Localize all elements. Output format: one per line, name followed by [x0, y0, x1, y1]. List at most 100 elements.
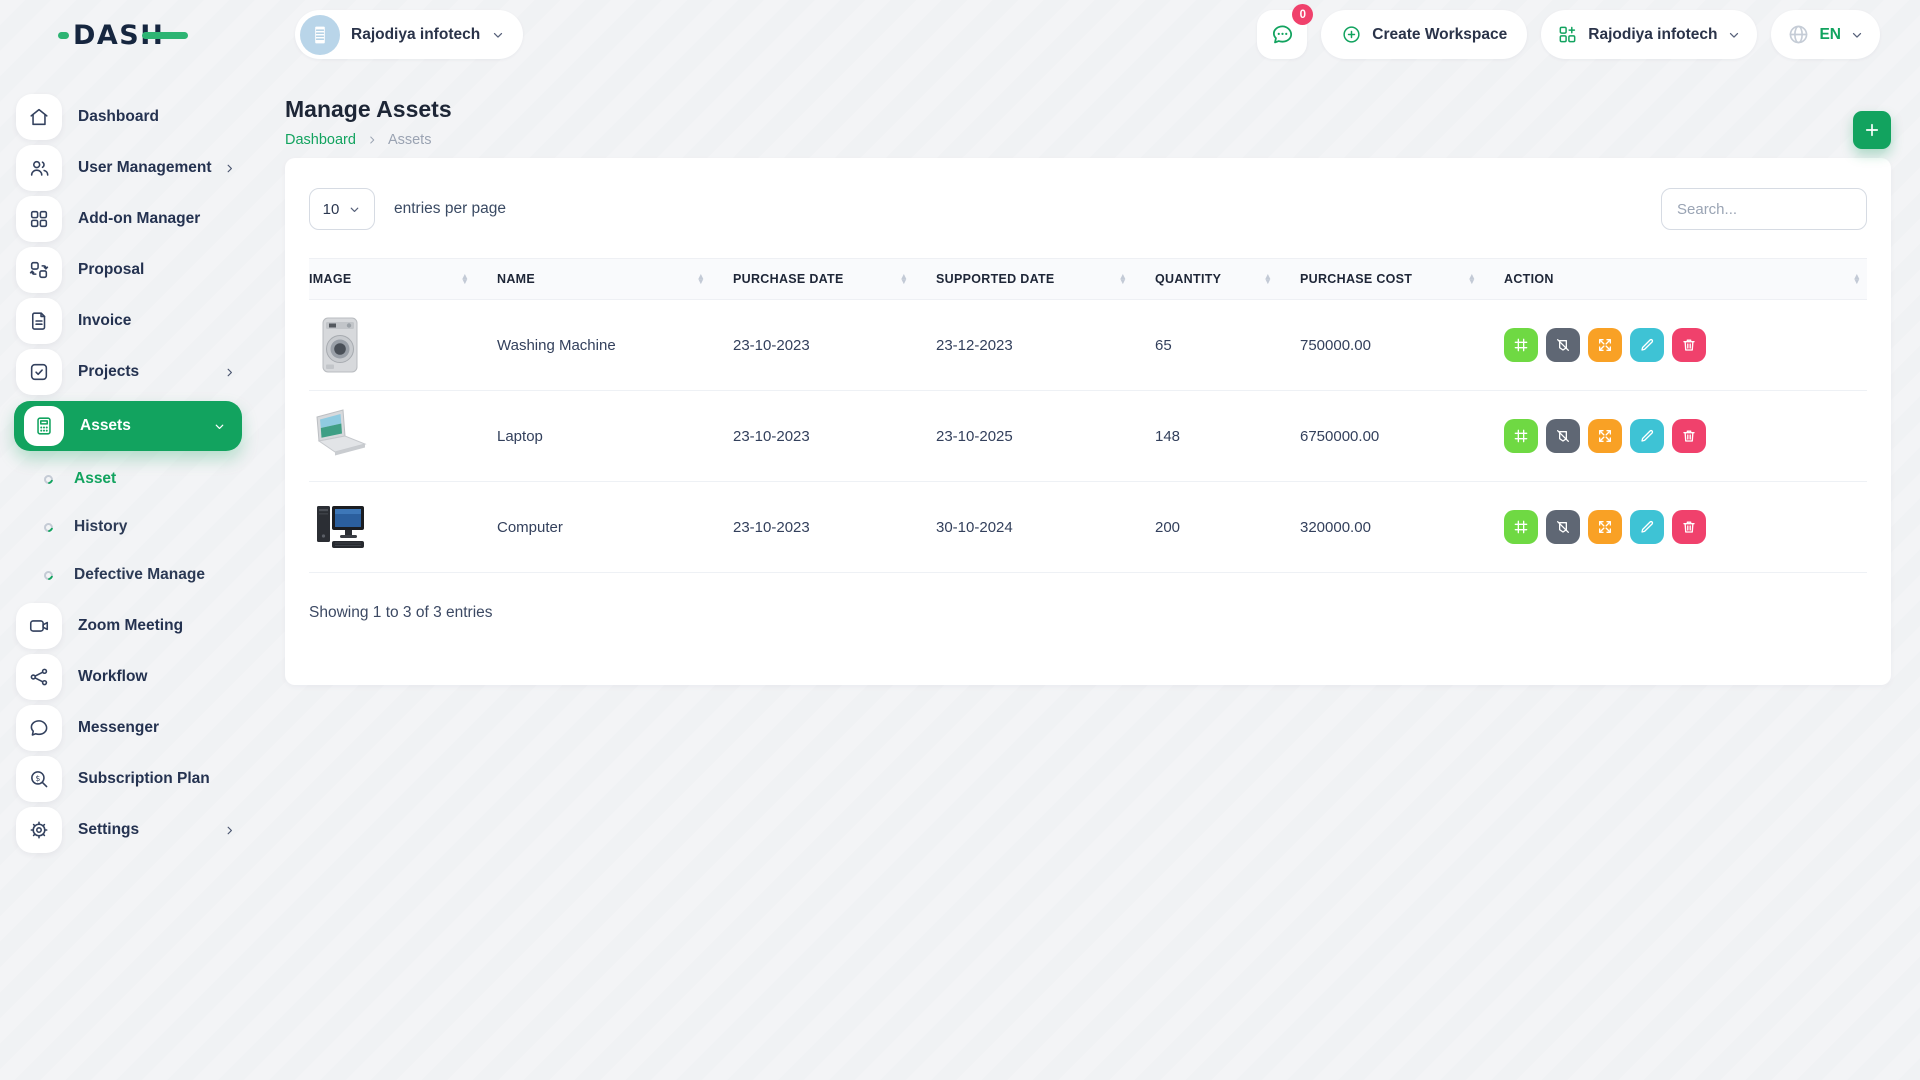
column-header-purchase-date[interactable]: PURCHASE DATE ▲▼: [733, 272, 936, 286]
table-header-row: IMAGE ▲▼ NAME ▲▼ PURCHASE DATE ▲▼ SUPPOR…: [309, 258, 1867, 300]
sidebar-item-projects[interactable]: Projects: [16, 349, 248, 395]
breadcrumb: Dashboard Assets: [285, 132, 1891, 148]
row-actions: [1504, 328, 1867, 362]
sidebar-item-label: Workflow: [78, 668, 147, 686]
breadcrumb-current: Assets: [388, 132, 432, 148]
cell-purchase-date: 23-10-2023: [733, 337, 936, 354]
company-name: Rajodiya infotech: [1588, 26, 1717, 44]
chevron-down-icon: [491, 28, 505, 42]
cell-name: Computer: [497, 519, 733, 536]
expand-icon: [1600, 431, 1611, 442]
sidebar: Dashboard User Management Add-on Manager…: [0, 70, 262, 858]
sort-icon: ▲▼: [900, 274, 908, 285]
sidebar-item-invoice[interactable]: Invoice: [16, 298, 248, 344]
add-asset-button[interactable]: [1853, 111, 1891, 149]
entries-per-page-select[interactable]: 10: [309, 188, 375, 230]
sidebar-item-label: Subscription Plan: [78, 770, 210, 788]
barcode-off-action-button[interactable]: [1546, 328, 1580, 362]
create-workspace-label: Create Workspace: [1372, 26, 1507, 44]
logo-dash: [142, 32, 188, 39]
delete-action-button[interactable]: [1672, 510, 1706, 544]
expand-action-button[interactable]: [1588, 328, 1622, 362]
page-title: Manage Assets: [285, 96, 1891, 123]
sidebar-item-label: Add-on Manager: [78, 210, 200, 228]
expand-action-button[interactable]: [1588, 510, 1622, 544]
sort-icon: ▲▼: [1264, 274, 1272, 285]
sidebar-item-messenger[interactable]: Messenger: [16, 705, 248, 751]
document-icon: [16, 298, 62, 344]
barcode-off-icon: [1558, 431, 1569, 442]
sidebar-item-proposal[interactable]: Proposal: [16, 247, 248, 293]
chevron-right-icon: [223, 366, 236, 379]
edit-action-button[interactable]: [1630, 419, 1664, 453]
cell-supported-date: 30-10-2024: [936, 519, 1155, 536]
chevron-down-icon: [1850, 28, 1864, 42]
barcode-off-action-button[interactable]: [1546, 510, 1580, 544]
sidebar-item-dashboard[interactable]: Dashboard: [16, 94, 248, 140]
barcode-off-icon: [1558, 340, 1569, 351]
expand-action-button[interactable]: [1588, 419, 1622, 453]
sidebar-item-zoom-meeting[interactable]: Zoom Meeting: [16, 603, 248, 649]
sidebar-subitem-label: Defective Manage: [74, 566, 205, 584]
app-logo[interactable]: DASH: [58, 17, 190, 53]
column-header-name[interactable]: NAME ▲▼: [497, 272, 733, 286]
delete-action-button[interactable]: [1672, 419, 1706, 453]
frame-action-button[interactable]: [1504, 419, 1538, 453]
main-content: Manage Assets Dashboard Assets 10 entrie…: [285, 70, 1891, 685]
column-header-image[interactable]: IMAGE ▲▼: [309, 272, 497, 286]
bullet-icon: [42, 569, 55, 582]
delete-action-button[interactable]: [1672, 328, 1706, 362]
video-camera-icon: [16, 603, 62, 649]
frame-action-button[interactable]: [1504, 510, 1538, 544]
expand-icon: [1600, 522, 1611, 533]
org-grid-plus-icon: [1561, 27, 1575, 41]
language-selector[interactable]: EN: [1771, 10, 1880, 59]
frame-action-button[interactable]: [1504, 328, 1538, 362]
computer-photo: [309, 496, 497, 558]
gear-icon: [16, 807, 62, 853]
topbar: DASH Rajodiya infotech 0 Create Workspac…: [0, 0, 1920, 70]
sidebar-subitem-label: Asset: [74, 470, 116, 488]
laptop-photo: [309, 405, 497, 467]
pencil-icon: [1642, 431, 1652, 441]
create-workspace-button[interactable]: Create Workspace: [1321, 10, 1527, 59]
cell-purchase-cost: 750000.00: [1300, 337, 1504, 354]
sidebar-item-user-management[interactable]: User Management: [16, 145, 248, 191]
row-actions: [1504, 419, 1867, 453]
sort-icon: ▲▼: [1468, 274, 1476, 285]
chevron-right-icon: [223, 162, 236, 175]
sidebar-item-label: Messenger: [78, 719, 159, 737]
grid-icon: [16, 196, 62, 242]
edit-action-button[interactable]: [1630, 510, 1664, 544]
column-header-purchase-cost[interactable]: PURCHASE COST ▲▼: [1300, 272, 1504, 286]
bullet-icon: [42, 473, 55, 486]
chevron-down-icon: [213, 420, 226, 433]
column-header-action[interactable]: ACTION ▲▼: [1504, 272, 1867, 286]
sidebar-subitem-history[interactable]: History: [44, 505, 248, 549]
sort-icon: ▲▼: [1853, 274, 1861, 285]
sidebar-item-workflow[interactable]: Workflow: [16, 654, 248, 700]
workspace-selector[interactable]: Rajodiya infotech: [295, 10, 523, 59]
search-input[interactable]: [1661, 188, 1867, 230]
swap-boxes-icon: [16, 247, 62, 293]
messages-button[interactable]: 0: [1257, 10, 1307, 59]
barcode-off-action-button[interactable]: [1546, 419, 1580, 453]
sidebar-subitem-asset[interactable]: Asset: [44, 457, 248, 501]
sidebar-item-settings[interactable]: Settings: [16, 807, 248, 853]
table-row: Laptop 23-10-2023 23-10-2025 148 6750000…: [309, 391, 1867, 482]
share-nodes-icon: [16, 654, 62, 700]
sidebar-item-assets[interactable]: Assets: [14, 401, 242, 451]
breadcrumb-dashboard-link[interactable]: Dashboard: [285, 132, 356, 148]
column-header-quantity[interactable]: QUANTITY ▲▼: [1155, 272, 1300, 286]
search-dollar-icon: [16, 756, 62, 802]
expand-icon: [1600, 340, 1611, 351]
sidebar-subitem-defective-manage[interactable]: Defective Manage: [44, 553, 248, 597]
company-selector[interactable]: Rajodiya infotech: [1541, 10, 1757, 59]
column-header-supported-date[interactable]: SUPPORTED DATE ▲▼: [936, 272, 1155, 286]
users-icon: [16, 145, 62, 191]
trash-icon: [1684, 340, 1694, 350]
sidebar-item-addon-manager[interactable]: Add-on Manager: [16, 196, 248, 242]
sidebar-item-subscription-plan[interactable]: Subscription Plan: [16, 756, 248, 802]
assets-table-card: 10 entries per page IMAGE ▲▼ NAME ▲▼ PUR…: [285, 158, 1891, 685]
edit-action-button[interactable]: [1630, 328, 1664, 362]
